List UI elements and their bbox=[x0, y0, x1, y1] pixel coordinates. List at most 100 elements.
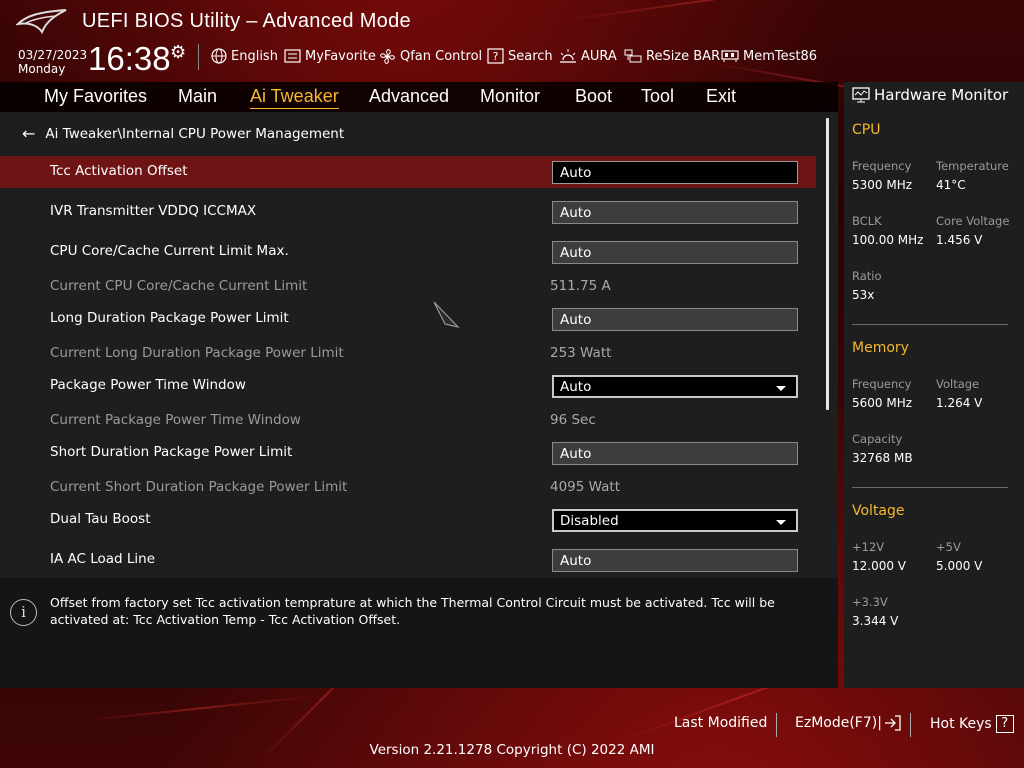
chevron-down-icon bbox=[776, 520, 786, 525]
search-icon: ? bbox=[487, 48, 504, 64]
hot-keys-label: Hot Keys bbox=[930, 716, 992, 732]
setting-label: Long Duration Package Power Limit bbox=[50, 310, 289, 326]
info-label: Current Short Duration Package Power Lim… bbox=[50, 479, 348, 495]
header-divider bbox=[198, 44, 199, 70]
long-duration-power-limit-input[interactable]: Auto bbox=[552, 308, 798, 331]
tab-monitor[interactable]: Monitor bbox=[480, 86, 540, 107]
mouse-cursor-icon bbox=[433, 301, 460, 329]
memory-heading: Memory bbox=[852, 340, 909, 356]
v33-value: 3.344 V bbox=[852, 614, 899, 628]
ivr-vddq-iccmax-input[interactable]: Auto bbox=[552, 201, 798, 224]
setting-label: Dual Tau Boost bbox=[50, 511, 151, 527]
cpu-core-cache-current-limit-input[interactable]: Auto bbox=[552, 241, 798, 264]
voltage-heading: Voltage bbox=[852, 503, 905, 519]
gear-icon[interactable]: ⚙ bbox=[170, 42, 186, 63]
settings-panel: ← Ai Tweaker\Internal CPU Power Manageme… bbox=[0, 112, 838, 578]
setting-label: IVR Transmitter VDDQ ICCMAX bbox=[50, 203, 257, 219]
setting-label: Short Duration Package Power Limit bbox=[50, 444, 293, 460]
chevron-down-icon bbox=[776, 386, 786, 391]
cpu-frequency-label: Frequency bbox=[852, 159, 912, 173]
info-row-current-package-power-time-window: Current Package Power Time Window 96 Sec bbox=[0, 405, 816, 437]
setting-label: Tcc Activation Offset bbox=[50, 163, 188, 179]
setting-row-cpu-core-cache-current-limit[interactable]: CPU Core/Cache Current Limit Max. Auto bbox=[0, 236, 816, 268]
myfavorite-button[interactable]: MyFavorite bbox=[284, 47, 376, 65]
setting-label: IA AC Load Line bbox=[50, 551, 156, 567]
ezmode-button[interactable]: EzMode(F7)| bbox=[795, 715, 902, 731]
setting-row-package-power-time-window[interactable]: Package Power Time Window Auto bbox=[0, 370, 816, 402]
last-modified-button[interactable]: Last Modified bbox=[674, 715, 767, 731]
version-text: Version 2.21.1278 Copyright (C) 2022 AMI bbox=[369, 742, 655, 758]
breadcrumb[interactable]: ← Ai Tweaker\Internal CPU Power Manageme… bbox=[22, 124, 344, 143]
info-value: 511.75 A bbox=[550, 278, 611, 294]
help-panel: i Offset from factory set Tcc activation… bbox=[0, 578, 838, 688]
tab-main[interactable]: Main bbox=[178, 86, 217, 107]
v12-label: +12V bbox=[852, 540, 885, 554]
tab-boot[interactable]: Boot bbox=[575, 86, 612, 107]
cpu-temperature-value: 41°C bbox=[936, 178, 966, 192]
info-label: Current Package Power Time Window bbox=[50, 412, 301, 428]
bclk-value: 100.00 MHz bbox=[852, 233, 924, 247]
dropdown-value: Disabled bbox=[560, 513, 619, 529]
setting-row-ia-ac-load-line[interactable]: IA AC Load Line Auto bbox=[0, 544, 816, 576]
aura-button[interactable]: AURA bbox=[559, 47, 617, 65]
short-duration-power-limit-input[interactable]: Auto bbox=[552, 442, 798, 465]
tab-ai-tweaker[interactable]: Ai Tweaker bbox=[250, 86, 339, 109]
ezmode-label: EzMode(F7)| bbox=[795, 715, 882, 731]
aura-icon bbox=[560, 49, 576, 63]
bclk-label: BCLK bbox=[852, 214, 882, 228]
core-voltage-label: Core Voltage bbox=[936, 214, 1010, 228]
ia-ac-load-line-input[interactable]: Auto bbox=[552, 549, 798, 572]
setting-row-dual-tau-boost[interactable]: Dual Tau Boost Disabled bbox=[0, 504, 816, 536]
v12-value: 12.000 V bbox=[852, 559, 907, 573]
help-text: Offset from factory set Tcc activation t… bbox=[50, 595, 775, 627]
favorite-icon bbox=[284, 49, 301, 63]
memory-voltage-value: 1.264 V bbox=[936, 396, 983, 410]
tab-exit[interactable]: Exit bbox=[706, 86, 736, 107]
monitor-icon bbox=[852, 87, 870, 103]
footer-divider bbox=[910, 713, 911, 737]
clock: 16:38 bbox=[88, 40, 171, 77]
qfan-label: Qfan Control bbox=[400, 48, 483, 64]
day-text: Monday bbox=[18, 62, 66, 76]
setting-row-ivr-vddq-iccmax[interactable]: IVR Transmitter VDDQ ICCMAX Auto bbox=[0, 196, 816, 228]
package-power-time-window-dropdown[interactable]: Auto bbox=[552, 375, 798, 398]
tcc-activation-offset-input[interactable]: Auto bbox=[552, 161, 798, 184]
setting-row-tcc-activation-offset[interactable]: Tcc Activation Offset Auto bbox=[0, 156, 816, 188]
footer-divider bbox=[776, 713, 777, 737]
memtest-button[interactable]: MemTest86 bbox=[721, 47, 817, 65]
tab-my-favorites[interactable]: My Favorites bbox=[44, 86, 147, 107]
cpu-heading: CPU bbox=[852, 122, 881, 138]
tab-advanced[interactable]: Advanced bbox=[369, 86, 449, 107]
language-button[interactable]: English bbox=[211, 47, 278, 65]
resize-bar-label: ReSize BAR bbox=[646, 48, 721, 64]
info-value: 4095 Watt bbox=[550, 479, 620, 495]
hw-title-text: Hardware Monitor bbox=[874, 86, 1009, 104]
search-label: Search bbox=[508, 48, 553, 64]
header: UEFI BIOS Utility – Advanced Mode 03/27/… bbox=[0, 0, 1024, 82]
tab-tool[interactable]: Tool bbox=[641, 86, 674, 107]
back-arrow-icon[interactable]: ← bbox=[22, 124, 35, 143]
aura-label: AURA bbox=[581, 48, 617, 64]
date-text: 03/27/2023 bbox=[18, 48, 88, 62]
hot-keys-button[interactable]: Hot Keys ? bbox=[930, 715, 1014, 733]
setting-row-long-duration-power-limit[interactable]: Long Duration Package Power Limit Auto bbox=[0, 303, 816, 335]
info-icon: i bbox=[10, 599, 37, 626]
dual-tau-boost-dropdown[interactable]: Disabled bbox=[552, 509, 798, 532]
hw-divider bbox=[852, 487, 1008, 488]
scrollbar[interactable] bbox=[826, 118, 829, 410]
app-title: UEFI BIOS Utility – Advanced Mode bbox=[82, 10, 411, 32]
resize-bar-button[interactable]: ReSize BAR bbox=[624, 47, 720, 65]
capacity-label: Capacity bbox=[852, 432, 903, 446]
ratio-label: Ratio bbox=[852, 269, 882, 283]
search-button[interactable]: ? Search bbox=[487, 47, 553, 65]
v33-label: +3.3V bbox=[852, 595, 888, 609]
setting-row-short-duration-power-limit[interactable]: Short Duration Package Power Limit Auto bbox=[0, 437, 816, 469]
info-label: Current Long Duration Package Power Limi… bbox=[50, 345, 344, 361]
info-value: 253 Watt bbox=[550, 345, 612, 361]
setting-label: CPU Core/Cache Current Limit Max. bbox=[50, 243, 289, 259]
dropdown-value: Auto bbox=[560, 379, 592, 395]
core-voltage-value: 1.456 V bbox=[936, 233, 983, 247]
hot-keys-icon: ? bbox=[995, 715, 1014, 733]
memory-frequency-value: 5600 MHz bbox=[852, 396, 913, 410]
qfan-control-button[interactable]: Qfan Control bbox=[379, 47, 482, 65]
